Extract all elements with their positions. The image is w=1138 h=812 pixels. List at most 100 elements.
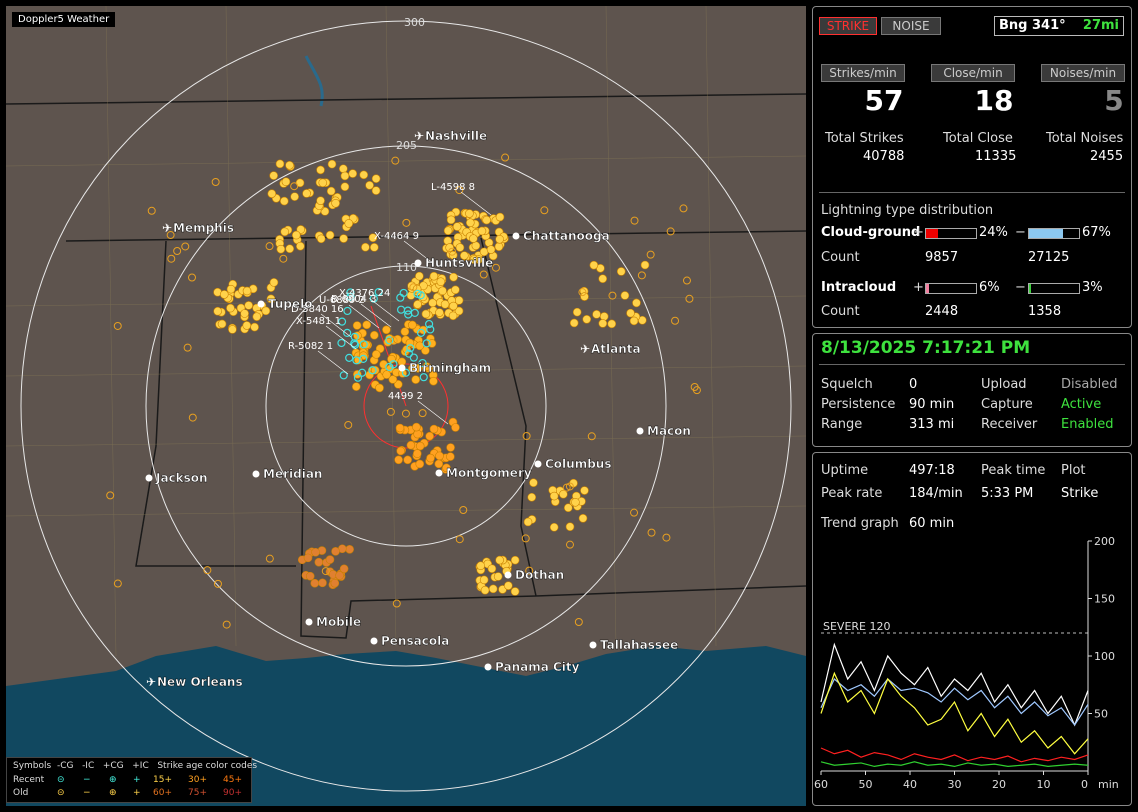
strikes-rate: 57 xyxy=(864,84,904,117)
old-strike-marker xyxy=(290,182,299,191)
strike-marker xyxy=(305,571,315,581)
cg-positive-count: 9857 xyxy=(925,250,959,265)
radar-map[interactable]: 300 205 110 L-4598 8 X-4464 9 X-4376 24 U-6… xyxy=(6,6,806,806)
strike-marker xyxy=(582,314,592,324)
strike-marker xyxy=(252,312,262,321)
strike-marker xyxy=(436,277,446,287)
strike-marker xyxy=(632,298,641,308)
strike-marker xyxy=(395,423,405,433)
noises-per-min-label[interactable]: Noises/min xyxy=(1041,64,1125,82)
city-dothan[interactable]: Dothan xyxy=(504,568,565,582)
strike-marker xyxy=(370,243,379,252)
strike-marker xyxy=(486,245,496,254)
x-unit-label: min xyxy=(1098,778,1119,791)
peak-rate-value: 184/min xyxy=(909,486,963,501)
city-dot-icon xyxy=(534,460,542,468)
strike-marker xyxy=(448,311,458,321)
city-columbus[interactable]: Columbus xyxy=(534,457,612,471)
trend-series-line-3 xyxy=(820,747,1089,763)
city-label: Tupelo xyxy=(268,297,313,311)
close-per-min-label[interactable]: Close/min xyxy=(931,64,1015,82)
plot-value[interactable]: Strike xyxy=(1061,486,1098,501)
city-pensacola[interactable]: Pensacola xyxy=(370,634,450,648)
city-huntsville[interactable]: Huntsville xyxy=(414,256,494,270)
city-label: Atlanta xyxy=(591,342,641,356)
range-label: Range xyxy=(821,417,863,432)
strike-marker xyxy=(569,318,579,328)
strike-marker xyxy=(281,177,291,187)
strike-marker xyxy=(375,383,384,393)
strike-marker xyxy=(599,312,609,321)
y-tick-label: 200 xyxy=(1094,535,1115,548)
strike-marker xyxy=(311,547,320,557)
city-macon[interactable]: Macon xyxy=(636,424,691,438)
legend-old-row: Old ⊝ − ⊕ + 60+ 75+ 90+ xyxy=(13,788,242,798)
city-label: Meridian xyxy=(263,467,322,481)
strike-marker xyxy=(523,517,533,527)
strike-marker xyxy=(549,522,559,532)
recent-strike-marker xyxy=(343,328,352,337)
strike-marker xyxy=(434,459,444,469)
counts-panel: STRIKE NOISE Bng 341° 27mi Strikes/min C… xyxy=(812,6,1132,328)
trend-series xyxy=(820,642,1089,768)
city-label: Dothan xyxy=(515,568,564,582)
strike-marker xyxy=(494,242,504,251)
cloud-ground-label: Cloud-ground xyxy=(821,225,921,240)
city-montgomery[interactable]: Montgomery xyxy=(435,466,532,480)
city-memphis[interactable]: ✈ Memphis xyxy=(162,221,234,235)
minus-ic-old-icon: − xyxy=(83,788,91,798)
plus-ic-old-icon: + xyxy=(133,788,141,798)
strike-marker xyxy=(429,376,438,386)
x-tick-label: 50 xyxy=(859,778,873,791)
strike-marker xyxy=(580,292,589,301)
city-new-orleans[interactable]: ✈ New Orleans xyxy=(146,675,243,689)
total-strikes: 40788 xyxy=(863,149,905,164)
city-tallahassee[interactable]: Tallahassee xyxy=(589,638,679,652)
city-meridian[interactable]: Meridian xyxy=(252,467,323,481)
minus-cg-icon: ⊝ xyxy=(57,775,65,785)
strike-button[interactable]: STRIKE xyxy=(819,17,877,35)
city-dot-icon xyxy=(305,618,313,626)
city-birmingham[interactable]: Birmingham xyxy=(398,361,492,375)
strike-marker xyxy=(445,243,454,252)
noise-button[interactable]: NOISE xyxy=(881,17,941,35)
strike-marker xyxy=(244,301,253,310)
old-strike-marker xyxy=(386,407,395,416)
strike-marker xyxy=(228,325,237,334)
old-strike-marker xyxy=(630,216,639,225)
strike-marker xyxy=(571,497,580,507)
range-label-110: 110 xyxy=(396,261,417,274)
strike-marker xyxy=(327,159,337,169)
strike-marker xyxy=(411,375,421,384)
old-strike-marker xyxy=(213,579,222,588)
x-tick-label: 60 xyxy=(814,778,828,791)
upload-label: Upload xyxy=(981,377,1027,392)
strike-marker xyxy=(620,291,630,300)
strike-marker xyxy=(421,309,431,319)
city-dot-icon xyxy=(414,259,422,267)
city-chattanooga[interactable]: Chattanooga xyxy=(512,229,610,243)
strike-marker xyxy=(616,267,626,276)
strike-marker xyxy=(495,555,504,565)
cg-negative-bar xyxy=(1028,228,1080,239)
strike-marker xyxy=(280,227,290,237)
strike-marker xyxy=(344,219,354,228)
strike-marker xyxy=(370,330,379,340)
strike-marker xyxy=(510,555,520,565)
strikes-per-min-label[interactable]: Strikes/min xyxy=(821,64,905,82)
strike-marker xyxy=(318,578,327,588)
city-mobile[interactable]: Mobile xyxy=(305,615,362,629)
city-atlanta[interactable]: ✈ Atlanta xyxy=(580,342,641,356)
city-panama-city[interactable]: Panama City xyxy=(484,660,580,674)
city-nashville[interactable]: ✈ Nashville xyxy=(414,129,487,143)
total-close: 11335 xyxy=(975,149,1017,164)
ic-negative-bar xyxy=(1028,283,1080,294)
strike-marker xyxy=(565,522,575,532)
persistence-label: Persistence xyxy=(821,397,896,412)
city-dot-icon xyxy=(484,663,492,671)
recent-strike-marker xyxy=(337,338,346,348)
receiver-label: Receiver xyxy=(981,417,1038,432)
strike-marker xyxy=(495,212,505,222)
old-strike-marker xyxy=(401,409,410,418)
old-strike-marker xyxy=(279,254,288,263)
